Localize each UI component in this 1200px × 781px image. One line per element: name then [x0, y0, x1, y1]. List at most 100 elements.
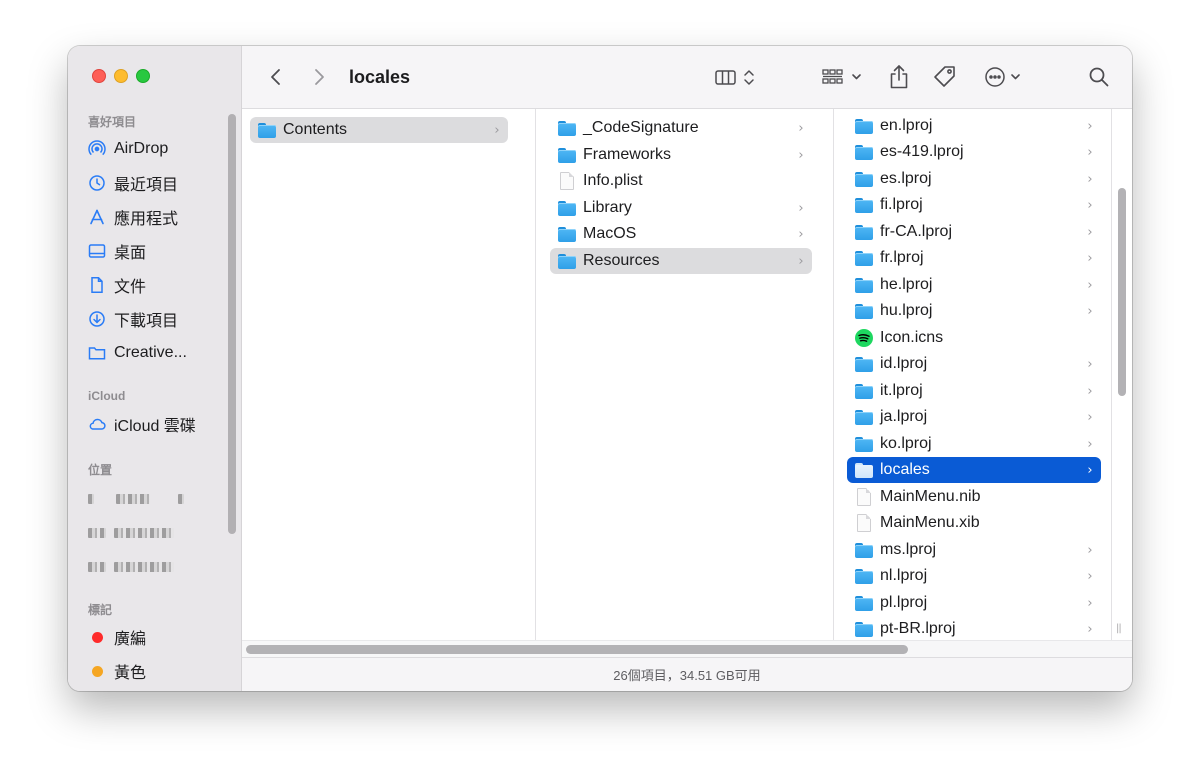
- sidebar-item-location-redacted[interactable]: [88, 553, 228, 581]
- cloud-icon: [88, 415, 106, 433]
- column-row-folder[interactable]: es-419.lproj ›: [847, 139, 1101, 165]
- column-row-folder[interactable]: ja.lproj ›: [847, 404, 1101, 430]
- tag-dot-icon: [88, 628, 106, 646]
- chevron-left-icon: [269, 67, 283, 87]
- column-row-file[interactable]: Info.plist: [550, 168, 812, 194]
- group-by-button[interactable]: [820, 65, 866, 89]
- folder-icon: [558, 226, 576, 242]
- sidebar-section-icloud: iCloud: [88, 389, 126, 403]
- sidebar-item-desktop[interactable]: 桌面: [88, 237, 228, 265]
- chevron-right-icon: ›: [1087, 621, 1093, 637]
- zoom-button[interactable]: [136, 69, 150, 83]
- column-row-folder[interactable]: Contents ›: [250, 117, 508, 143]
- back-button[interactable]: [266, 65, 286, 89]
- column-row-folder[interactable]: hu.lproj ›: [847, 298, 1101, 324]
- redacted-label: [114, 528, 174, 538]
- column-row-file[interactable]: MainMenu.nib: [847, 484, 1101, 510]
- column-row-folder[interactable]: it.lproj ›: [847, 378, 1101, 404]
- sidebar-item-tag-yellow[interactable]: 黃色: [88, 657, 228, 685]
- sidebar-item-label: AirDrop: [114, 140, 169, 157]
- sidebar-item-label: 最近項目: [114, 177, 179, 194]
- sidebar-section-favorites: 喜好項目: [88, 115, 137, 129]
- more-actions-button[interactable]: [983, 65, 1029, 89]
- sidebar-item-creative[interactable]: Creative...: [88, 339, 228, 367]
- chevron-right-icon: ›: [798, 147, 804, 163]
- horizontal-scrollbar[interactable]: [246, 645, 908, 654]
- row-label: fi.lproj: [880, 196, 923, 213]
- redacted-label: [116, 494, 150, 504]
- folder-icon: [558, 147, 576, 163]
- folder-icon: [855, 568, 873, 584]
- chevron-right-icon: [312, 67, 326, 87]
- column-row-folder[interactable]: fi.lproj ›: [847, 192, 1101, 218]
- status-bar: 26個項目，34.51 GB可用: [242, 657, 1132, 691]
- column-divider: [833, 109, 834, 640]
- column-row-folder[interactable]: ko.lproj ›: [847, 431, 1101, 457]
- sidebar-section-tags: 標記: [88, 603, 113, 617]
- row-label: hu.lproj: [880, 302, 933, 319]
- column-row-folder-selected[interactable]: locales ›: [847, 457, 1101, 483]
- folder-icon: [258, 122, 276, 138]
- column-row-folder[interactable]: pl.lproj ›: [847, 590, 1101, 616]
- sidebar-item-downloads[interactable]: 下載項目: [88, 305, 228, 333]
- column-row-folder[interactable]: _CodeSignature ›: [550, 115, 812, 141]
- redacted-eject-icon: [178, 494, 184, 504]
- row-label: pt-BR.lproj: [880, 620, 956, 637]
- column-row-folder[interactable]: nl.lproj ›: [847, 563, 1101, 589]
- column-row-file[interactable]: Icon.icns: [847, 325, 1101, 351]
- row-label: Info.plist: [583, 172, 643, 189]
- sidebar-item-applications[interactable]: 應用程式: [88, 203, 228, 231]
- sidebar-item-location-redacted[interactable]: [88, 519, 228, 547]
- chevron-right-icon: ›: [1087, 383, 1093, 399]
- chevron-right-icon: ›: [1087, 250, 1093, 266]
- tag-button[interactable]: [932, 65, 958, 89]
- tag-dot-icon: [88, 662, 106, 680]
- column-row-folder[interactable]: Frameworks ›: [550, 142, 812, 168]
- chevron-right-icon: ›: [1087, 595, 1093, 611]
- row-label: es-419.lproj: [880, 143, 964, 160]
- chevron-right-icon: ›: [1087, 436, 1093, 452]
- sidebar-item-label: 應用程式: [114, 211, 179, 228]
- view-mode-button[interactable]: [714, 65, 758, 89]
- column-row-folder[interactable]: ms.lproj ›: [847, 537, 1101, 563]
- column-row-folder[interactable]: MacOS ›: [550, 221, 812, 247]
- minimize-button[interactable]: [114, 69, 128, 83]
- folder-icon: [558, 253, 576, 269]
- column-row-folder[interactable]: fr.lproj ›: [847, 245, 1101, 271]
- column-row-folder[interactable]: fr-CA.lproj ›: [847, 219, 1101, 245]
- column-scrollbar[interactable]: [1118, 188, 1126, 396]
- sidebar-section-locations: 位置: [88, 463, 113, 477]
- row-label: locales: [880, 461, 930, 478]
- forward-button[interactable]: [309, 65, 329, 89]
- column-row-folder[interactable]: Resources ›: [550, 248, 812, 274]
- sidebar-item-documents[interactable]: 文件: [88, 271, 228, 299]
- sidebar-item-label: Creative...: [114, 344, 187, 361]
- close-button[interactable]: [92, 69, 106, 83]
- chevron-right-icon: ›: [1087, 171, 1093, 187]
- airdrop-icon: [88, 140, 106, 158]
- row-label: Library: [583, 199, 632, 216]
- share-button[interactable]: [887, 65, 911, 89]
- sidebar-item-recents[interactable]: 最近項目: [88, 169, 228, 197]
- sidebar-item-location-redacted[interactable]: [88, 485, 228, 513]
- column-row-folder[interactable]: Library ›: [550, 195, 812, 221]
- column-row-folder[interactable]: pt-BR.lproj ›: [847, 616, 1101, 640]
- search-button[interactable]: [1088, 65, 1110, 89]
- chevron-right-icon: ›: [1087, 303, 1093, 319]
- redacted-icon: [88, 528, 106, 538]
- column-resize-handle[interactable]: ||: [1116, 623, 1122, 634]
- chevron-right-icon: ›: [798, 120, 804, 136]
- column-row-folder[interactable]: es.lproj ›: [847, 166, 1101, 192]
- sidebar-item-airdrop[interactable]: AirDrop: [88, 135, 228, 163]
- chevron-right-icon: ›: [1087, 568, 1093, 584]
- sidebar-item-label: 黃色: [114, 665, 147, 682]
- sidebar-item-icloud-drive[interactable]: iCloud 雲碟: [88, 410, 228, 438]
- sidebar-scrollbar[interactable]: [228, 114, 236, 534]
- column-row-file[interactable]: MainMenu.xib: [847, 510, 1101, 536]
- redacted-label: [114, 562, 174, 572]
- sidebar-item-tag-red[interactable]: 廣編: [88, 623, 228, 651]
- column-divider: [535, 109, 536, 640]
- column-row-folder[interactable]: id.lproj ›: [847, 351, 1101, 377]
- column-row-folder[interactable]: he.lproj ›: [847, 272, 1101, 298]
- column-row-folder[interactable]: en.lproj ›: [847, 113, 1101, 139]
